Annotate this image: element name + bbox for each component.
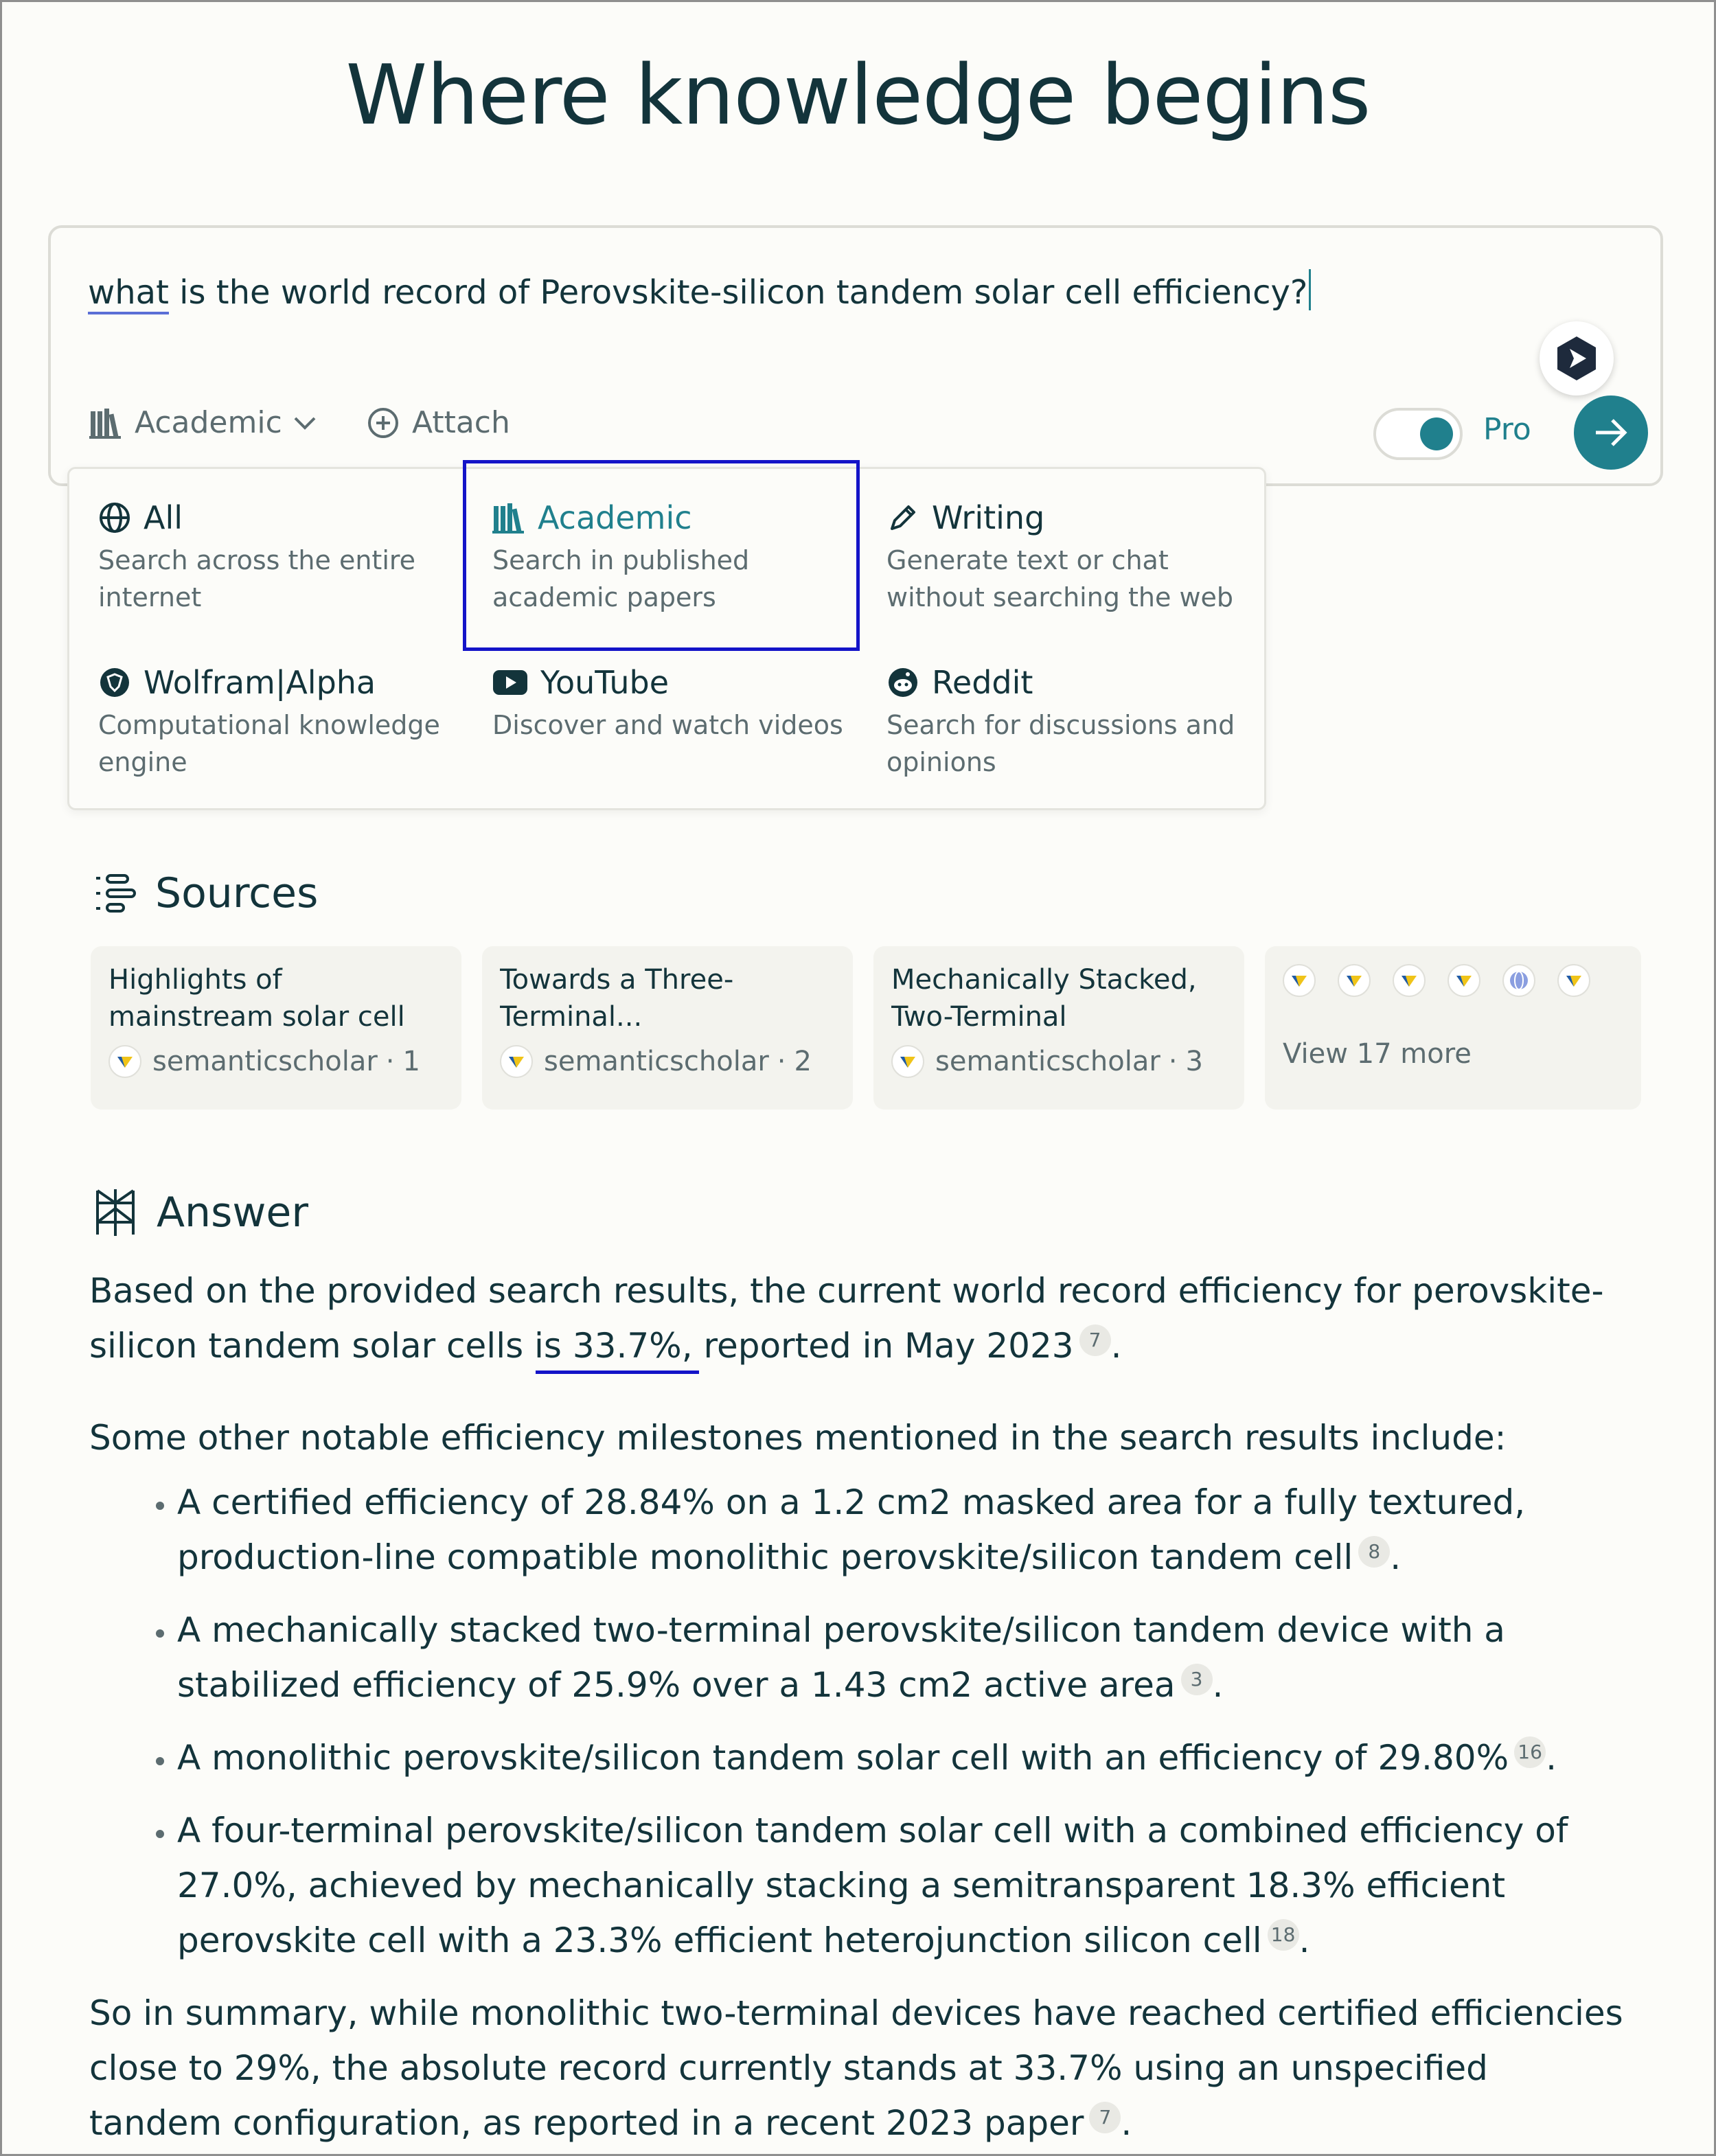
semanticscholar-icon: [1557, 964, 1590, 997]
source-site: semanticscholar: [152, 1046, 378, 1077]
milestones-list: A certified efficiency of 28.84% on a 1.…: [89, 1475, 1627, 1968]
source-card[interactable]: Towards a Three-Terminal... semanticscho…: [482, 946, 853, 1110]
sources-heading-label: Sources: [155, 869, 319, 917]
semanticscholar-icon: [1393, 964, 1426, 997]
toggle-knob: [1420, 417, 1453, 450]
focus-option-label: All: [144, 499, 183, 536]
semanticscholar-icon: [500, 1045, 533, 1078]
source-site: semanticscholar: [935, 1046, 1160, 1077]
citation-badge[interactable]: 7: [1089, 2102, 1121, 2133]
answer-paragraph: So in summary, while monolithic two-term…: [89, 1993, 1623, 2143]
citation-badge[interactable]: 8: [1358, 1536, 1391, 1568]
citation-badge[interactable]: 3: [1180, 1664, 1213, 1695]
text-caret: [1309, 269, 1312, 310]
focus-option-all[interactable]: All Search across the entire internet: [98, 499, 483, 616]
citation-badge[interactable]: 18: [1267, 1919, 1299, 1951]
wolfram-icon: [100, 668, 129, 697]
books-icon: [89, 408, 121, 439]
focus-option-wolfram[interactable]: Wolfram|Alpha Computational knowledge en…: [98, 664, 483, 781]
attach-label: Attach: [412, 405, 510, 440]
source-card[interactable]: Mechanically Stacked, Two-Terminal Graph…: [873, 946, 1244, 1110]
semanticscholar-icon: [1448, 964, 1480, 997]
arrow-right-icon: [1596, 419, 1627, 446]
answer-text: Based on the provided search results, th…: [89, 1271, 1604, 1366]
semanticscholar-icon: [108, 1045, 141, 1078]
attach-button[interactable]: Attach: [367, 405, 510, 440]
sources-heading: Sources: [95, 869, 318, 917]
citation-badge[interactable]: 7: [1079, 1324, 1111, 1356]
focus-selector[interactable]: Academic: [89, 405, 317, 440]
focus-option-desc: Generate text or chat without searching …: [886, 545, 1234, 612]
source-site: semanticscholar: [544, 1046, 769, 1077]
submit-button[interactable]: [1574, 395, 1648, 470]
youtube-icon: [493, 670, 527, 695]
list-item: A four-terminal perovskite/silicon tande…: [177, 1803, 1627, 1968]
favicon-row: [1283, 964, 1623, 997]
answer-heading: Answer: [93, 1188, 308, 1237]
view-more-card[interactable]: View 17 more: [1265, 946, 1641, 1110]
answer-text: So in summary, while monolithic two-term…: [89, 1993, 1623, 2143]
list-item: A certified efficiency of 28.84% on a 1.…: [177, 1475, 1627, 1585]
perplexity-logo-icon: [96, 1189, 135, 1236]
query-text: is the world record of Perovskite-silico…: [168, 273, 1308, 312]
annotation-underline: [536, 1371, 699, 1374]
source-dot: ·: [777, 1046, 786, 1077]
focus-selector-label: Academic: [135, 405, 282, 440]
list-item-text: A mechanically stacked two-terminal pero…: [177, 1610, 1505, 1705]
source-index: 1: [402, 1046, 420, 1077]
focus-option-desc: Computational knowledge engine: [98, 710, 440, 777]
semanticscholar-icon: [1283, 964, 1316, 997]
focus-option-writing[interactable]: Writing Generate text or chat without se…: [886, 499, 1271, 616]
selection-highlight-box: [463, 460, 860, 651]
source-dot: ·: [1168, 1046, 1178, 1077]
focus-option-reddit[interactable]: Reddit Search for discussions and opinio…: [886, 664, 1271, 781]
list-item-text: A certified efficiency of 28.84% on a 1.…: [177, 1482, 1526, 1577]
citation-badge[interactable]: 16: [1514, 1736, 1546, 1768]
answer-body: Based on the provided search results, th…: [89, 1263, 1627, 2151]
focus-option-label: Reddit: [932, 664, 1033, 701]
chevron-down-icon: [294, 417, 316, 430]
source-title: Towards a Three-Terminal...: [500, 964, 734, 1033]
focus-option-label: Wolfram|Alpha: [144, 664, 376, 701]
answer-paragraph: Based on the provided search results, th…: [89, 1271, 1604, 1366]
focus-option-youtube[interactable]: YouTube Discover and watch videos: [492, 664, 877, 744]
list-item: A monolithic perovskite/silicon tandem s…: [177, 1730, 1627, 1785]
focus-option-desc: Discover and watch videos: [492, 710, 843, 740]
page-title: Where knowledge begins: [345, 48, 1371, 144]
extension-badge-icon[interactable]: [1540, 321, 1614, 395]
search-input[interactable]: what is the world record of Perovskite-s…: [88, 269, 1312, 314]
answer-heading-label: Answer: [157, 1189, 308, 1237]
list-item-text: A monolithic perovskite/silicon tandem s…: [177, 1738, 1509, 1778]
pro-toggle[interactable]: [1373, 408, 1463, 460]
semanticscholar-icon: [1338, 964, 1371, 997]
focus-option-desc: Search for discussions and opinions: [886, 710, 1235, 777]
source-title: Highlights of mainstream solar cell effi…: [108, 964, 405, 1033]
list-item: A mechanically stacked two-terminal pero…: [177, 1603, 1627, 1712]
source-dot: ·: [385, 1046, 395, 1077]
focus-option-desc: Search across the entire internet: [98, 545, 416, 612]
source-card[interactable]: Highlights of mainstream solar cell effi…: [91, 946, 461, 1110]
sources-list-icon: [96, 874, 136, 913]
globe-icon: [1502, 964, 1535, 997]
spellcheck-word: what: [88, 273, 169, 314]
semanticscholar-icon: [891, 1045, 924, 1078]
source-index: 2: [794, 1046, 812, 1077]
focus-option-label: YouTube: [540, 664, 670, 701]
globe-icon: [100, 503, 130, 533]
answer-paragraph: Some other notable efficiency milestones…: [89, 1418, 1507, 1458]
list-item-text: A four-terminal perovskite/silicon tande…: [177, 1811, 1568, 1960]
source-title: Mechanically Stacked, Two-Terminal Graph…: [891, 964, 1197, 1033]
source-index: 3: [1185, 1046, 1203, 1077]
pro-label: Pro: [1483, 412, 1531, 447]
pencil-icon: [891, 505, 915, 530]
focus-option-label: Writing: [932, 499, 1045, 536]
search-box[interactable]: what is the world record of Perovskite-s…: [48, 225, 1663, 486]
reddit-icon: [889, 668, 917, 697]
view-more-label: View 17 more: [1283, 1038, 1472, 1070]
plus-circle-icon: [368, 407, 398, 438]
